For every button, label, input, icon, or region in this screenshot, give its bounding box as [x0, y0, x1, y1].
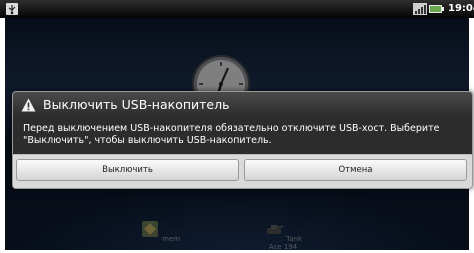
- battery-icon: [429, 5, 444, 13]
- status-bar: 19:04: [0, 0, 474, 18]
- dialog-header: Выключить USB-накопитель: [13, 92, 472, 118]
- signal-icon: [413, 3, 427, 15]
- cancel-button[interactable]: Отмена: [244, 159, 467, 181]
- dialog-button-bar: Выключить Отмена: [13, 154, 472, 188]
- dialog-title: Выключить USB-накопитель: [43, 97, 230, 112]
- status-clock: 19:04: [448, 3, 474, 14]
- turn-off-button[interactable]: Выключить: [16, 159, 239, 181]
- usb-icon: [6, 3, 18, 15]
- warning-icon: [21, 98, 36, 112]
- dialog-message: Перед выключением USB-накопителя обязате…: [13, 118, 472, 154]
- usb-storage-dialog: Выключить USB-накопитель Перед выключени…: [12, 91, 473, 189]
